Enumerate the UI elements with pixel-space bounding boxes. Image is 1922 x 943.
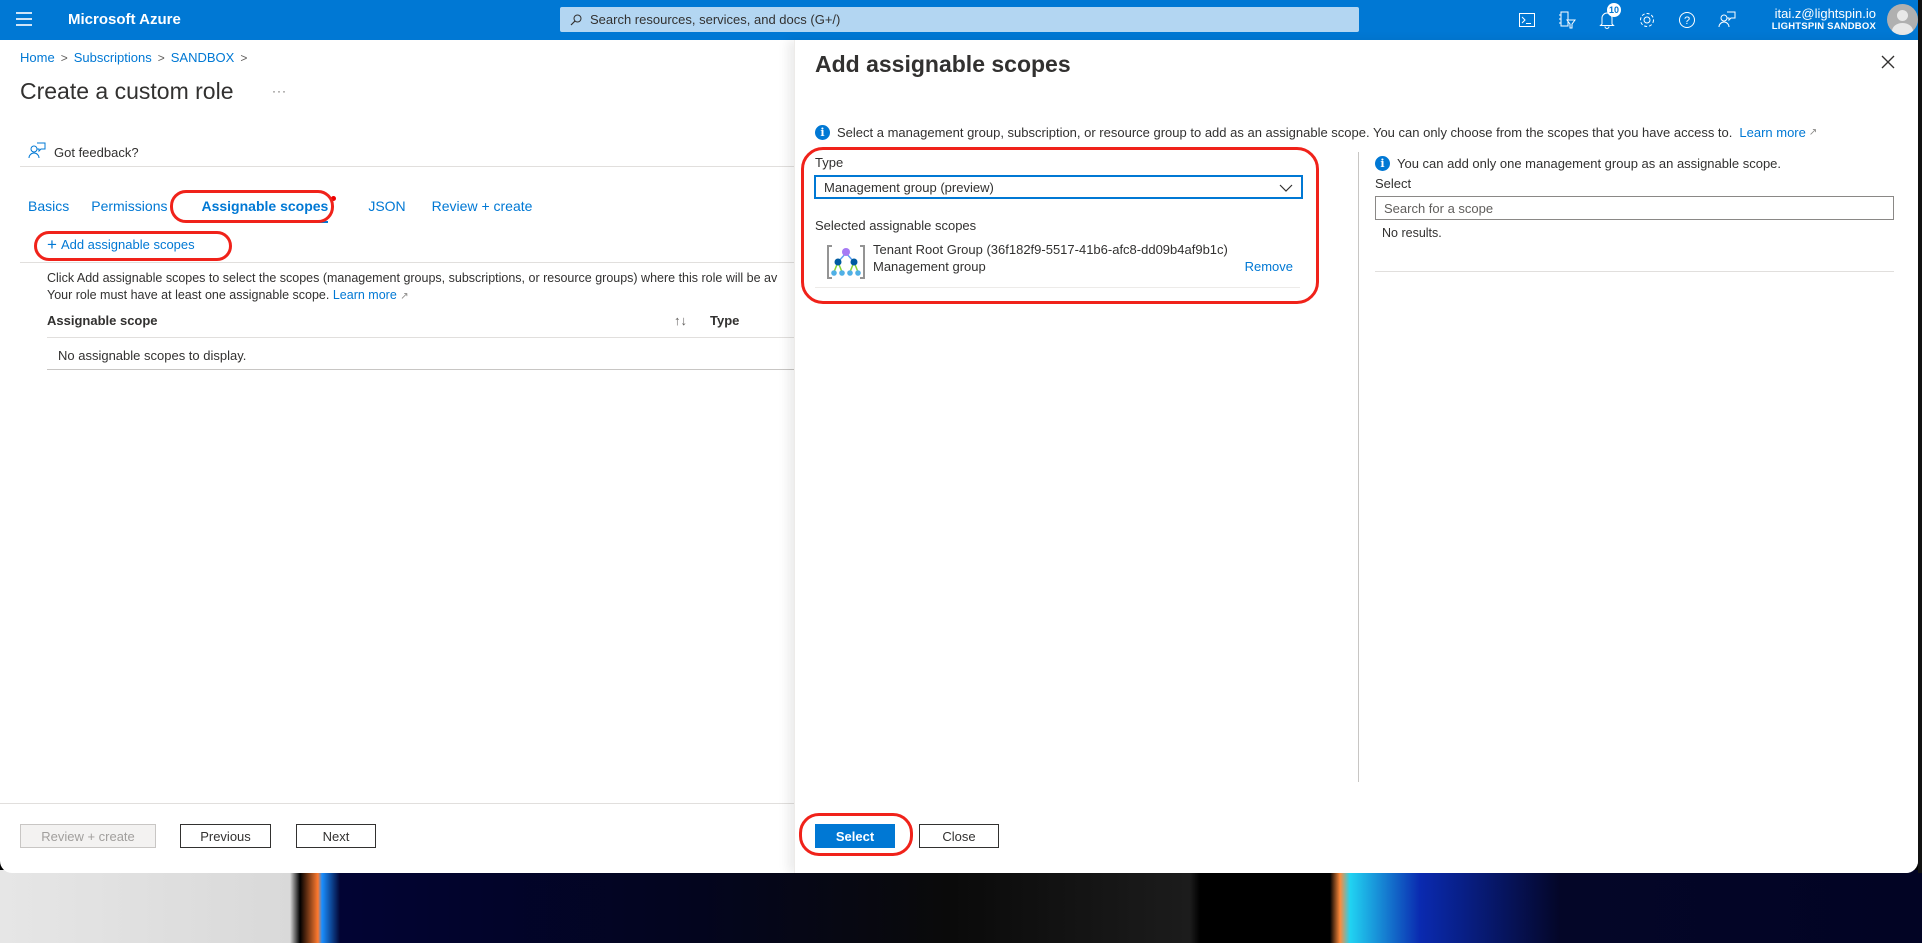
next-button[interactable]: Next	[296, 824, 376, 848]
sort-icon[interactable]: ↑↓	[674, 313, 687, 328]
feedback-label: Got feedback?	[54, 145, 139, 160]
tab-permissions[interactable]: Permissions	[91, 198, 167, 223]
breadcrumb: Home > Subscriptions > SANDBOX >	[20, 50, 247, 65]
search-icon	[570, 14, 582, 26]
error-dot-icon	[331, 196, 337, 201]
breadcrumb-subscriptions[interactable]: Subscriptions	[74, 50, 152, 65]
scopes-description: Click Add assignable scopes to select th…	[47, 270, 797, 305]
external-link-icon: ↗	[400, 291, 409, 302]
desktop-wallpaper	[0, 870, 1922, 943]
selected-scope-item: Tenant Root Group (36f182f9-5517-41b6-af…	[825, 240, 1293, 280]
scope-search-input[interactable]	[1375, 196, 1894, 220]
more-options-button[interactable]: ···	[272, 84, 287, 98]
search-input[interactable]	[590, 12, 1330, 27]
add-assignable-scopes-label: Add assignable scopes	[60, 237, 195, 252]
breadcrumb-home[interactable]: Home	[20, 50, 55, 65]
previous-button[interactable]: Previous	[180, 824, 271, 848]
type-dropdown[interactable]: Management group (preview)	[814, 175, 1303, 199]
breadcrumb-sandbox[interactable]: SANDBOX	[171, 50, 235, 65]
review-create-button[interactable]: Review + create	[20, 824, 156, 848]
tab-json[interactable]: JSON	[368, 198, 405, 223]
no-results-message: No results.	[1382, 226, 1442, 240]
select-label: Select	[1375, 176, 1412, 191]
management-group-icon	[825, 243, 867, 281]
divider	[47, 369, 800, 370]
empty-table-message: No assignable scopes to display.	[58, 348, 247, 363]
selected-scopes-label: Selected assignable scopes	[815, 218, 977, 233]
global-search[interactable]	[560, 7, 1359, 32]
panel-info: i Select a management group, subscriptio…	[815, 125, 1817, 140]
panel-splitter	[1358, 152, 1359, 782]
add-assignable-scopes-button[interactable]: + Add assignable scopes	[47, 235, 195, 254]
settings-icon[interactable]	[1635, 8, 1659, 32]
single-group-info: i You can add only one management group …	[1375, 156, 1781, 171]
account-tenant: LIGHTSPIN SANDBOX	[1771, 21, 1876, 32]
close-button[interactable]: Close	[919, 824, 999, 848]
panel-title: Add assignable scopes	[815, 51, 1071, 77]
wizard-tabs: Basics Permissions Assignable scopes JSO…	[28, 196, 554, 223]
menu-icon[interactable]	[16, 12, 32, 26]
chevron-right-icon: >	[60, 50, 68, 65]
scrollbar[interactable]	[1918, 0, 1922, 873]
divider	[20, 262, 800, 263]
avatar[interactable]	[1887, 4, 1918, 35]
feedback-icon	[28, 142, 46, 163]
select-button[interactable]: Select	[815, 824, 895, 848]
add-assignable-scopes-panel: Add assignable scopes i Select a managem…	[794, 40, 1918, 873]
type-label: Type	[815, 155, 844, 170]
tab-assignable-scopes[interactable]: Assignable scopes	[201, 196, 337, 223]
feedback-link[interactable]: Got feedback?	[28, 142, 139, 163]
divider	[20, 166, 800, 167]
azure-top-bar: Microsoft Azure 10 ?	[0, 0, 1918, 40]
tab-review-create[interactable]: Review + create	[432, 198, 533, 223]
browser-window: Microsoft Azure 10 ?	[0, 0, 1918, 873]
page-title: Create a custom role	[20, 78, 234, 104]
info-icon: i	[1375, 156, 1390, 171]
feedback-icon[interactable]	[1715, 8, 1739, 32]
notifications-icon[interactable]: 10	[1595, 3, 1622, 32]
divider	[47, 337, 800, 338]
notification-badge: 10	[1607, 3, 1622, 17]
column-type[interactable]: Type	[710, 313, 739, 328]
tab-assignable-scopes-label: Assignable scopes	[201, 198, 329, 214]
scope-type: Management group	[873, 259, 986, 274]
chevron-right-icon: >	[157, 50, 165, 65]
panel-learn-more-link[interactable]: Learn more	[1739, 125, 1805, 140]
info-icon: i	[815, 125, 830, 140]
remove-scope-link[interactable]: Remove	[1245, 259, 1293, 274]
close-icon[interactable]	[1880, 54, 1896, 70]
account-info[interactable]: itai.z@lightspin.io LIGHTSPIN SANDBOX	[1772, 6, 1876, 32]
learn-more-link[interactable]: Learn more	[333, 288, 397, 302]
account-email: itai.z@lightspin.io	[1774, 6, 1876, 21]
help-icon[interactable]: ?	[1675, 8, 1699, 32]
chevron-right-icon: >	[240, 50, 248, 65]
scope-name: Tenant Root Group (36f182f9-5517-41b6-af…	[873, 242, 1228, 257]
type-dropdown-value: Management group (preview)	[824, 179, 994, 195]
svg-text:?: ?	[1684, 15, 1690, 27]
external-link-icon: ↗	[1808, 127, 1818, 138]
tab-basics[interactable]: Basics	[28, 198, 69, 223]
brand-title[interactable]: Microsoft Azure	[68, 11, 181, 28]
directory-filter-icon[interactable]	[1555, 8, 1579, 32]
divider	[815, 287, 1300, 288]
cloud-shell-icon[interactable]	[1515, 8, 1539, 32]
plus-icon: +	[47, 235, 57, 254]
chevron-down-icon	[1279, 181, 1293, 196]
divider	[1375, 271, 1894, 272]
